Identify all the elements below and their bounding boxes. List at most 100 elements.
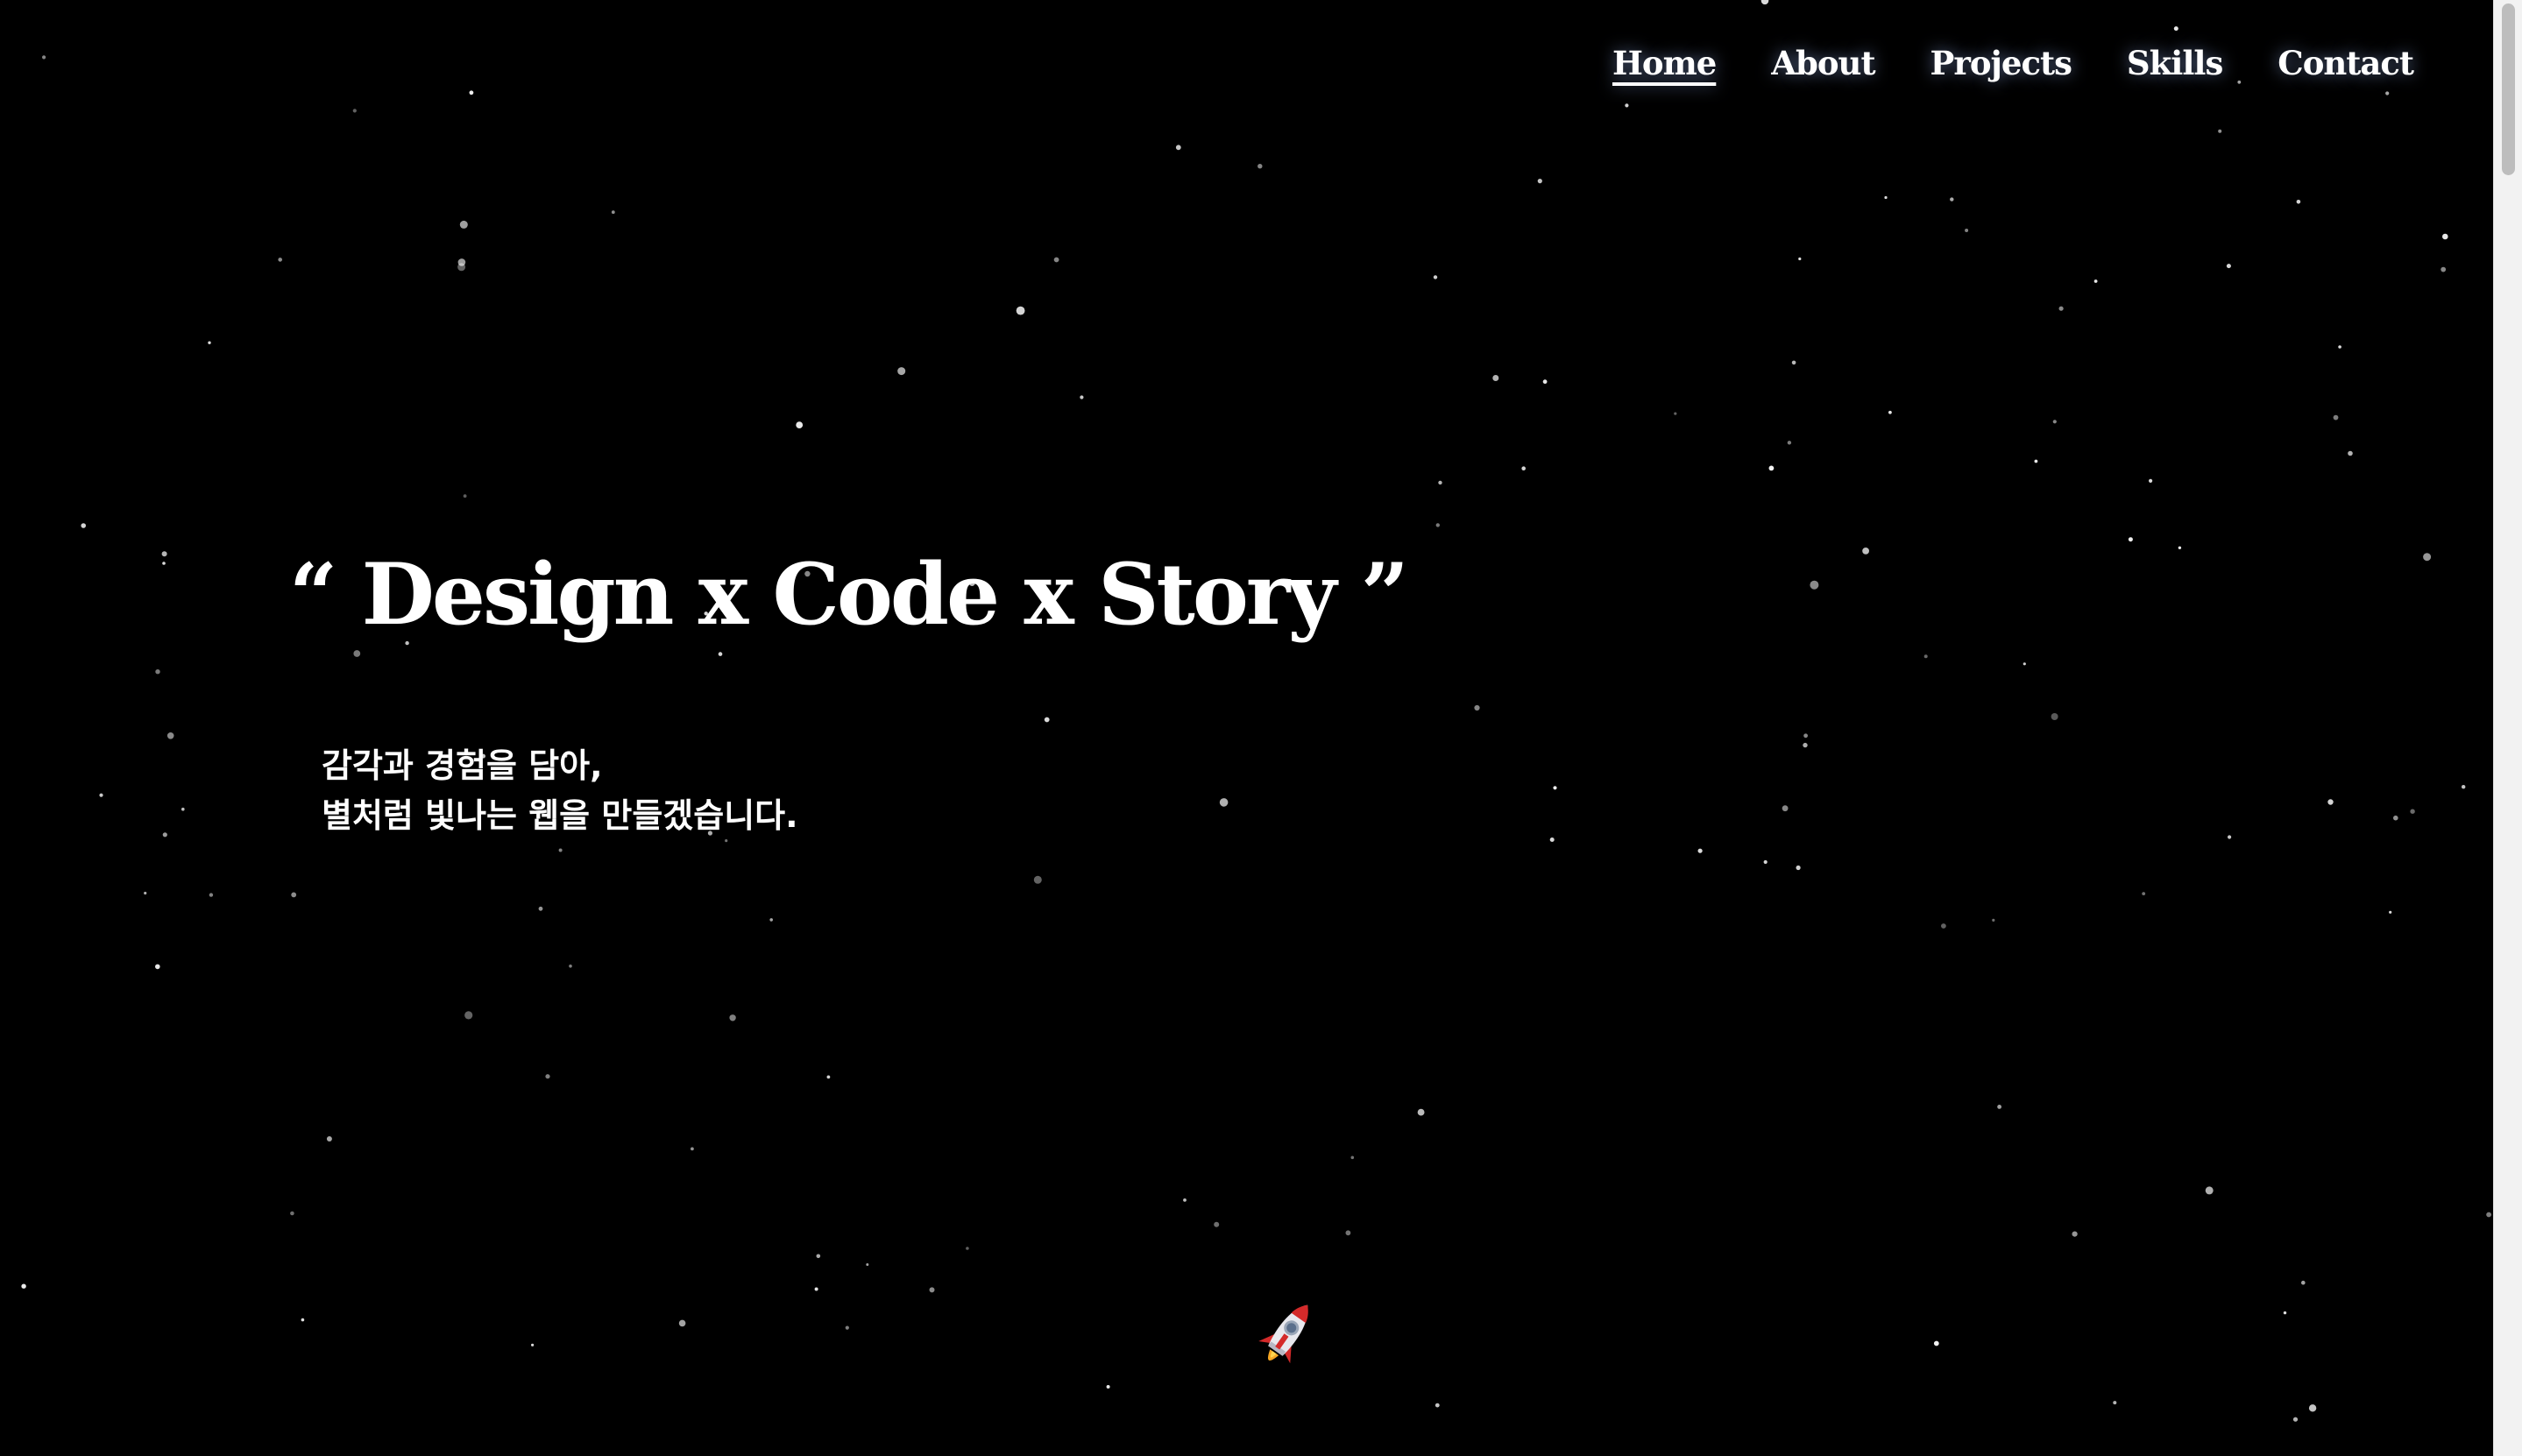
star (1033, 875, 1042, 884)
nav-link-skills[interactable]: Skills (2127, 44, 2223, 82)
star (718, 652, 723, 656)
star (291, 892, 297, 898)
nav-link-contact[interactable]: Contact (2278, 44, 2414, 82)
star (558, 848, 563, 852)
star (2283, 1311, 2287, 1315)
star (2173, 26, 2178, 32)
star (2333, 414, 2339, 421)
hero-subtitle-line-1: 감각과 경험을 담아, (322, 746, 603, 785)
star (1625, 103, 1629, 108)
star (2393, 815, 2398, 821)
hero-subtitle-line-2: 별처럼 빛나는 웹을 만들겠습니다. (322, 796, 798, 835)
star (1997, 1105, 2002, 1109)
star (2034, 459, 2038, 463)
star (181, 807, 185, 811)
star (1553, 786, 1557, 790)
star (1796, 865, 1801, 871)
star (1435, 523, 1441, 527)
star (1053, 257, 1059, 263)
star (2178, 546, 2182, 549)
star (1417, 1108, 1425, 1116)
nav-link-projects[interactable]: Projects (1930, 44, 2072, 82)
star (2296, 200, 2301, 204)
star (2113, 1401, 2117, 1405)
star (1549, 838, 1555, 842)
star (1219, 798, 1229, 807)
star (2072, 1231, 2078, 1237)
star (81, 523, 86, 528)
star (1941, 923, 1946, 929)
star (1044, 717, 1050, 723)
star (2441, 266, 2447, 272)
star (42, 55, 46, 60)
star (1787, 441, 1792, 445)
star (2462, 785, 2466, 789)
star (1345, 1230, 1351, 1236)
scrollbar-thumb[interactable] (2502, 4, 2515, 175)
star (2301, 1280, 2306, 1285)
star (1933, 1340, 1939, 1346)
star (290, 1211, 294, 1216)
star (1810, 580, 1819, 590)
star (1106, 1385, 1110, 1389)
star (2142, 892, 2146, 895)
star (1950, 197, 1954, 201)
star (2205, 1186, 2214, 1195)
star (1768, 465, 1775, 471)
star (457, 258, 466, 266)
star (1175, 145, 1181, 151)
star (326, 1136, 332, 1141)
star (2385, 91, 2390, 95)
star (845, 1325, 849, 1330)
star (162, 562, 166, 565)
star (352, 109, 357, 113)
star (1492, 375, 1499, 381)
star (1763, 859, 1768, 865)
star (1888, 410, 1892, 414)
star (538, 906, 543, 911)
star (2058, 306, 2064, 311)
star (897, 367, 906, 376)
star (814, 1287, 818, 1291)
star (545, 1074, 550, 1079)
star (691, 1147, 694, 1151)
star (2410, 809, 2415, 814)
star (678, 1319, 686, 1327)
star (2423, 553, 2432, 562)
star (1965, 229, 1969, 232)
star (1183, 1198, 1187, 1202)
star (1862, 548, 1870, 555)
star (278, 258, 283, 262)
star (1257, 164, 1263, 169)
star (1474, 704, 1480, 711)
star (144, 891, 147, 895)
star (155, 964, 160, 970)
star (966, 1247, 969, 1250)
star (353, 650, 361, 657)
star (1214, 1221, 1220, 1227)
star (1923, 654, 1928, 659)
vertical-scrollbar[interactable] (2493, 0, 2522, 1456)
star (166, 732, 174, 739)
star (1080, 395, 1084, 399)
nav-link-home[interactable]: Home (1612, 44, 1717, 82)
star (2442, 233, 2448, 240)
star (469, 90, 474, 95)
star (826, 1075, 831, 1079)
star (2327, 799, 2334, 805)
star (1791, 360, 1796, 365)
rocket-icon (1258, 1304, 1308, 1364)
star (2149, 478, 2153, 484)
star (2051, 713, 2058, 720)
star (929, 1287, 935, 1293)
star (1350, 1156, 1355, 1160)
nav-link-about[interactable]: About (1771, 44, 1875, 82)
star (2228, 835, 2232, 839)
star (1542, 379, 1548, 385)
star (1697, 848, 1703, 853)
star (1438, 480, 1442, 485)
star (2218, 129, 2222, 133)
star (459, 220, 468, 229)
page: Home About Projects Skills Contact “ Des… (0, 0, 2494, 1456)
top-navigation: Home About Projects Skills Contact (1612, 44, 2414, 82)
